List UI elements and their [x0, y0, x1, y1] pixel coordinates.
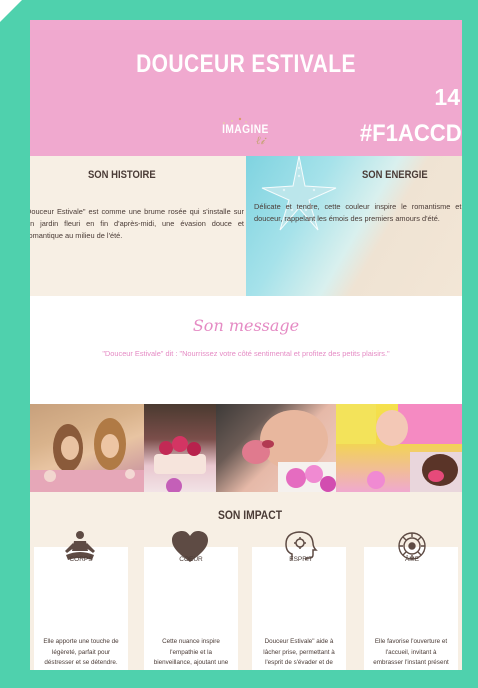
header-banner: DOUCEUR ESTIVALE 14 #F1ACCD IMAGINE ℓ𝓲: [30, 20, 462, 156]
photo-friends-picnic: [30, 404, 144, 492]
impact-label-soul: ÂME: [404, 556, 420, 563]
message-heading: Son message: [192, 316, 300, 335]
impact-label-body: CORPS: [69, 556, 93, 563]
story-section: SON HISTOIRE Douceur Estivale" est comme…: [30, 156, 246, 296]
impact-card-soul: Elle favorise l'ouverture et l'accueil, …: [364, 547, 458, 670]
energy-heading: SON ENERGIE: [362, 169, 428, 181]
logo-script-mark: ℓ𝓲: [256, 134, 265, 147]
color-number: 14: [434, 84, 460, 110]
cake-image: [154, 436, 206, 492]
pink-yellow-image: [336, 404, 462, 492]
photo-cake: [144, 404, 216, 492]
story-text: Douceur Estivale" est comme une brume ro…: [30, 207, 244, 240]
impact-card-mind: Douceur Estivale" aide à lâcher prise, p…: [252, 547, 346, 670]
impact-card-body: Elle apporte une touche de légèreté, par…: [34, 547, 128, 670]
impact-card-text: Elle favorise l'ouverture et l'accueil, …: [373, 638, 449, 670]
imagine-logo: IMAGINE ℓ𝓲: [218, 116, 288, 152]
photo-pink-yellow: [336, 404, 462, 492]
ice-cream-image: [242, 410, 336, 492]
frame-corner: [0, 0, 22, 22]
page-title: DOUCEUR ESTIVALE: [136, 50, 356, 78]
impact-label-heart: COEUR: [179, 556, 203, 563]
photo-collage: [30, 404, 462, 492]
impact-card-text: Douceur Estivale" aide à lâcher prise, p…: [263, 638, 335, 670]
energy-section: SON ENERGIE Délicate et tendre, cette co…: [246, 156, 462, 296]
moodboard-page: DOUCEUR ESTIVALE 14 #F1ACCD IMAGINE ℓ𝓲 S…: [30, 20, 462, 670]
impact-card-text: Cette nuance inspire l'empathie et la bi…: [153, 638, 229, 670]
impact-heading: SON IMPACT: [218, 508, 283, 522]
impact-section: SON IMPACT Elle apporte une touche de lé…: [30, 492, 462, 670]
message-quote: "Douceur Estivale" dit : "Nourrissez vot…: [102, 349, 390, 358]
color-hex-code: #F1ACCD: [360, 120, 462, 147]
message-section: Son message "Douceur Estivale" dit : "No…: [30, 296, 462, 404]
photo-ice-cream: [216, 404, 336, 492]
story-heading: SON HISTOIRE: [88, 169, 156, 181]
impact-card-heart: Cette nuance inspire l'empathie et la bi…: [144, 547, 238, 670]
impact-label-mind: ESPRIT: [289, 556, 313, 563]
energy-text: Délicate et tendre, cette couleur inspir…: [254, 202, 462, 223]
friends-picnic-image: [30, 418, 144, 492]
impact-card-text: Elle apporte une touche de légèreté, par…: [43, 638, 119, 666]
starfish-icon: [261, 156, 337, 231]
